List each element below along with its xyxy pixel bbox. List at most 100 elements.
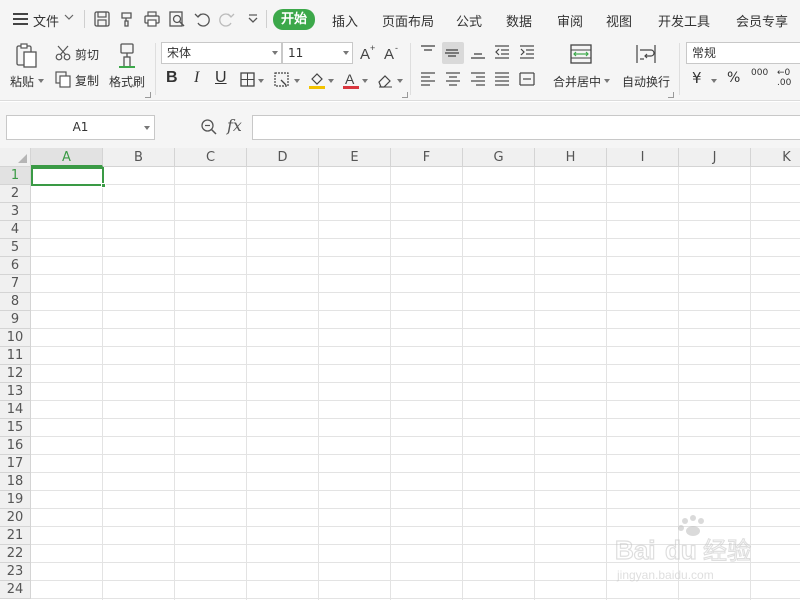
row-header-12[interactable]: 12 — [0, 365, 31, 383]
italic-button[interactable]: I — [194, 69, 199, 87]
paste-icon[interactable] — [14, 42, 40, 70]
file-chevron-down-icon[interactable] — [64, 12, 74, 22]
formula-input[interactable] — [252, 115, 800, 140]
copy-icon[interactable] — [53, 69, 73, 89]
row-header-20[interactable]: 20 — [0, 509, 31, 527]
borders-icon[interactable] — [238, 70, 258, 90]
column-header-h[interactable]: H — [535, 148, 607, 167]
align-bottom-icon[interactable] — [468, 42, 488, 62]
tab-developer[interactable]: 开发工具 — [658, 11, 710, 30]
format-painter-icon[interactable] — [117, 9, 137, 29]
row-header-10[interactable]: 10 — [0, 329, 31, 347]
hamburger-menu-icon[interactable] — [13, 13, 28, 25]
column-header-b[interactable]: B — [103, 148, 175, 167]
column-header-e[interactable]: E — [319, 148, 391, 167]
currency-format-button[interactable]: ¥ — [692, 69, 702, 87]
cut-icon[interactable] — [53, 43, 73, 63]
distributed-align-icon[interactable] — [517, 69, 537, 89]
thousands-separator-button[interactable]: 000 — [751, 69, 768, 78]
fill-color-icon[interactable] — [307, 70, 327, 90]
row-header-19[interactable]: 19 — [0, 491, 31, 509]
copy-label[interactable]: 复制 — [75, 72, 99, 89]
row-header-16[interactable]: 16 — [0, 437, 31, 455]
bold-button[interactable]: B — [166, 69, 178, 87]
column-header-g[interactable]: G — [463, 148, 535, 167]
increase-font-size-icon[interactable]: A + — [358, 43, 378, 63]
tab-page-layout[interactable]: 页面布局 — [382, 11, 434, 30]
insert-function-button[interactable]: fx — [227, 116, 242, 135]
align-middle-icon[interactable] — [442, 42, 464, 64]
merge-dropdown-arrow-icon[interactable] — [604, 79, 610, 83]
row-header-8[interactable]: 8 — [0, 293, 31, 311]
undo-icon[interactable] — [192, 9, 212, 29]
tab-formulas[interactable]: 公式 — [456, 11, 482, 30]
decrease-indent-icon[interactable] — [492, 42, 512, 62]
align-right-icon[interactable] — [468, 69, 488, 89]
name-box[interactable]: A1 — [6, 115, 155, 140]
paste-label[interactable]: 粘贴 — [10, 73, 34, 90]
row-header-15[interactable]: 15 — [0, 419, 31, 437]
row-header-21[interactable]: 21 — [0, 527, 31, 545]
merge-center-label[interactable]: 合并居中 — [553, 73, 601, 90]
row-header-17[interactable]: 17 — [0, 455, 31, 473]
column-header-k[interactable]: K — [751, 148, 800, 167]
row-header-7[interactable]: 7 — [0, 275, 31, 293]
column-header-f[interactable]: F — [391, 148, 463, 167]
tab-member[interactable]: 会员专享 — [736, 11, 788, 30]
row-header-4[interactable]: 4 — [0, 221, 31, 239]
zoom-search-icon[interactable] — [200, 118, 218, 136]
align-top-icon[interactable] — [418, 42, 438, 62]
redo-icon[interactable] — [217, 9, 237, 29]
font-color-dropdown-arrow-icon[interactable] — [362, 79, 368, 83]
format-painter-large-icon[interactable] — [116, 42, 138, 70]
underline-button[interactable]: U — [215, 69, 227, 87]
active-cell-a1[interactable] — [31, 167, 106, 188]
row-header-11[interactable]: 11 — [0, 347, 31, 365]
select-all-corner[interactable] — [0, 148, 31, 167]
borders-dropdown-arrow-icon[interactable] — [258, 79, 264, 83]
increase-indent-icon[interactable] — [517, 42, 537, 62]
font-name-select[interactable]: 宋体 — [161, 42, 282, 64]
column-header-i[interactable]: I — [607, 148, 679, 167]
clear-dropdown-arrow-icon[interactable] — [397, 79, 403, 83]
row-header-2[interactable]: 2 — [0, 185, 31, 203]
column-header-j[interactable]: J — [679, 148, 751, 167]
justify-icon[interactable] — [492, 69, 512, 89]
tab-insert[interactable]: 插入 — [332, 11, 358, 30]
currency-dropdown-arrow-icon[interactable] — [711, 79, 717, 83]
tab-home[interactable]: 开始 — [273, 9, 316, 30]
clear-format-eraser-icon[interactable] — [375, 70, 395, 90]
paste-dropdown-arrow-icon[interactable] — [38, 79, 44, 83]
clipboard-dialog-launcher[interactable] — [145, 92, 151, 98]
customize-chevron-icon[interactable] — [243, 9, 263, 29]
fill-color-dropdown-arrow-icon[interactable] — [328, 79, 334, 83]
wrap-text-label[interactable]: 自动换行 — [622, 73, 670, 90]
row-header-18[interactable]: 18 — [0, 473, 31, 491]
percent-format-button[interactable]: % — [727, 70, 740, 86]
font-dialog-launcher[interactable] — [402, 92, 408, 98]
number-format-select[interactable]: 常规 — [686, 42, 800, 64]
print-preview-icon[interactable] — [167, 9, 187, 29]
font-color-icon[interactable]: A — [341, 70, 361, 90]
row-header-3[interactable]: 3 — [0, 203, 31, 221]
fill-handle[interactable] — [101, 183, 106, 188]
save-icon[interactable] — [92, 9, 112, 29]
tab-view[interactable]: 视图 — [606, 11, 632, 30]
row-header-22[interactable]: 22 — [0, 545, 31, 563]
row-header-9[interactable]: 9 — [0, 311, 31, 329]
column-header-a[interactable]: A — [31, 148, 103, 167]
row-header-6[interactable]: 6 — [0, 257, 31, 275]
wrap-text-icon[interactable] — [634, 43, 658, 65]
increase-decimal-button[interactable]: ←0 .00 — [777, 68, 800, 90]
print-icon[interactable] — [142, 9, 162, 29]
cut-label[interactable]: 剪切 — [75, 46, 99, 63]
tab-review[interactable]: 审阅 — [557, 11, 583, 30]
row-header-23[interactable]: 23 — [0, 563, 31, 581]
format-painter-label[interactable]: 格式刷 — [109, 73, 145, 90]
decrease-font-size-icon[interactable]: A- — [382, 43, 402, 63]
merge-center-icon[interactable] — [569, 43, 593, 65]
alignment-dialog-launcher[interactable] — [668, 92, 674, 98]
row-header-13[interactable]: 13 — [0, 383, 31, 401]
row-header-1[interactable]: 1 — [0, 167, 31, 185]
row-header-24[interactable]: 24 — [0, 581, 31, 599]
